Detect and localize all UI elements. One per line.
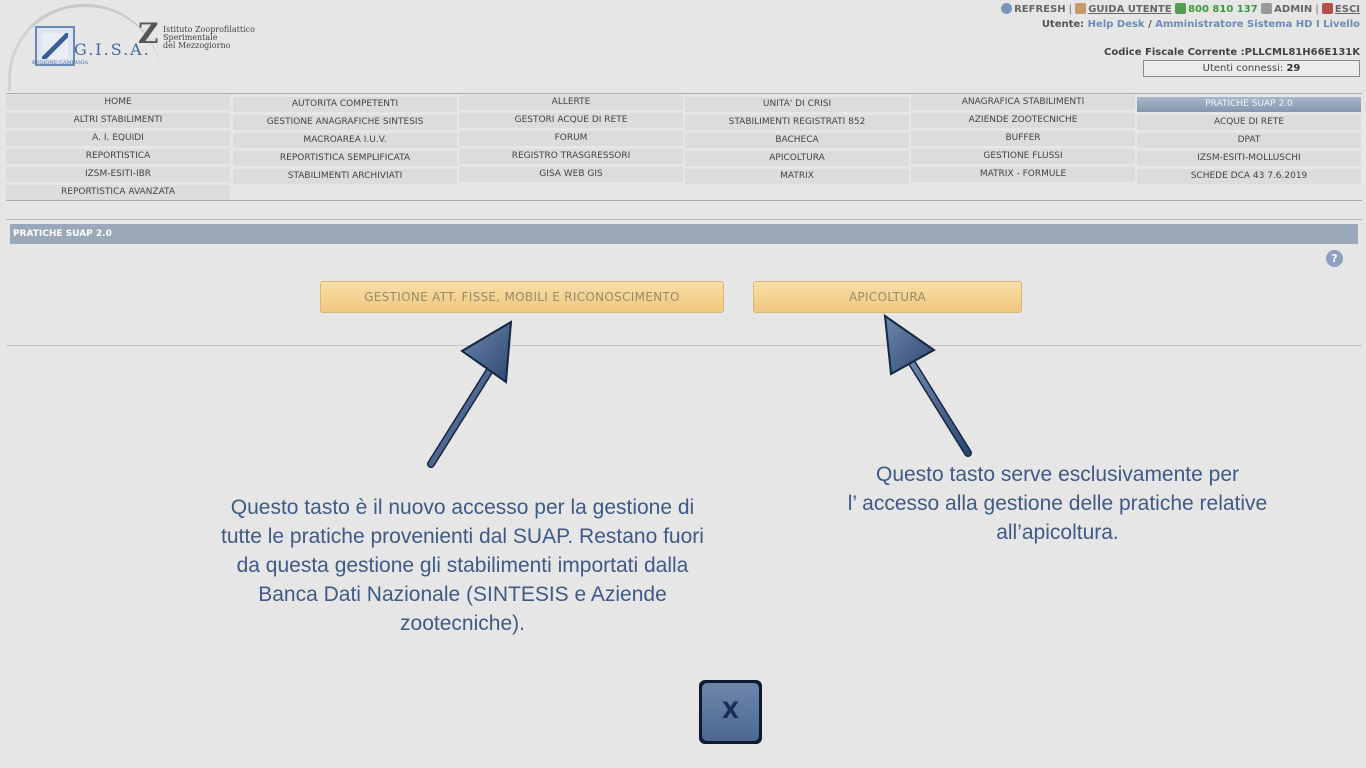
phone-number: 800 810 137 xyxy=(1188,4,1258,15)
user-name: Help Desk xyxy=(1087,19,1145,30)
gestione-button[interactable]: GESTIONE ATT. FISSE, MOBILI E RICONOSCIM… xyxy=(320,281,724,313)
arrow-to-apicoltura-icon xyxy=(883,313,972,457)
guide-label: GUIDA UTENTE xyxy=(1088,4,1172,15)
region-label: REGIONE CAMPANIA xyxy=(32,60,89,66)
menu-item[interactable]: A. I. EQUIDI xyxy=(6,131,230,146)
close-icon: X xyxy=(702,683,759,741)
user-role: Amministratore Sistema HD I Livello xyxy=(1155,19,1360,30)
admin-link[interactable]: ADMIN xyxy=(1261,3,1313,15)
refresh-link[interactable]: REFRESH xyxy=(1001,3,1066,15)
menu-item[interactable]: MATRIX - FORMULE xyxy=(911,167,1135,182)
annotation-line: tutte le pratiche provenienti dal SUAP. … xyxy=(221,525,704,548)
izs-line-3: del Mezzogiorno xyxy=(163,41,231,50)
menu-item[interactable]: ALTRI STABILIMENTI xyxy=(6,113,230,128)
user-slash: / xyxy=(1148,19,1152,30)
user-info: Utente: Help Desk / Amministratore Siste… xyxy=(1042,19,1360,30)
divider xyxy=(6,93,1362,94)
refresh-icon xyxy=(1001,3,1013,14)
section-title: PRATICHE SUAP 2.0 xyxy=(10,224,1358,244)
divider xyxy=(6,345,1362,346)
annotation-line: Banca Dati Nazionale (SINTESIS e Aziende xyxy=(258,583,667,606)
separator: | xyxy=(1068,4,1073,15)
divider xyxy=(6,200,1362,201)
menu-item[interactable]: REPORTISTICA AVANZATA xyxy=(6,185,230,200)
menu-item[interactable]: BACHECA xyxy=(685,133,909,148)
menu-item[interactable]: APICOLTURA xyxy=(685,151,909,166)
user-label: Utente: xyxy=(1041,19,1085,30)
menu-item[interactable]: PRATICHE SUAP 2.0 xyxy=(1137,97,1361,112)
guide-icon xyxy=(1075,3,1087,14)
phone-info: 800 810 137 xyxy=(1175,3,1258,15)
menu-item[interactable]: REGISTRO TRASGRESSORI xyxy=(459,149,683,164)
menu-item[interactable]: REPORTISTICA xyxy=(6,149,230,164)
connected-count: 29 xyxy=(1286,63,1301,74)
fiscal-label: Codice Fiscale Corrente : xyxy=(1104,47,1245,58)
izs-logo-text: Istituto Zooprofilattico Sperimentale de… xyxy=(163,26,255,50)
annotation-line: da questa gestione gli stabilimenti impo… xyxy=(236,554,689,577)
divider xyxy=(6,219,1362,220)
menu-item[interactable]: FORUM xyxy=(459,131,683,146)
help-icon[interactable]: ? xyxy=(1326,250,1343,267)
refresh-label: REFRESH xyxy=(1014,4,1066,15)
menu-item[interactable]: AUTORITA COMPETENTI xyxy=(233,97,457,112)
exit-link[interactable]: ESCI xyxy=(1321,3,1360,15)
menu-item[interactable]: STABILIMENTI REGISTRATI 852 xyxy=(685,115,909,130)
arrow-to-gestione-icon xyxy=(427,320,513,468)
menu-item[interactable]: GESTIONE ANAGRAFICHE SINTESIS xyxy=(233,115,457,130)
annotation-line: Questo tasto è il nuovo accesso per la g… xyxy=(230,496,695,519)
menu-item[interactable]: DPAT xyxy=(1137,133,1361,148)
admin-label: ADMIN xyxy=(1274,4,1313,15)
annotation-gestione: Questo tasto è il nuovo accesso per la g… xyxy=(150,493,775,638)
menu-item[interactable]: IZSM-ESITI-IBR xyxy=(6,167,230,182)
header: G.I.S.A. REGIONE CAMPANIA Z Istituto Zoo… xyxy=(0,0,1366,92)
guide-link[interactable]: GUIDA UTENTE xyxy=(1075,3,1172,15)
annotation-line: zootecniche). xyxy=(400,612,525,635)
annotation-line: Questo tasto serve esclusivamente per xyxy=(875,463,1239,486)
connected-label: Utenti connessi: xyxy=(1202,63,1284,74)
separator: | xyxy=(1315,4,1319,15)
fiscal-value: PLLCML81H66E131K xyxy=(1244,47,1360,58)
close-button[interactable]: X xyxy=(699,680,762,744)
izs-logo-icon: Z xyxy=(138,17,159,50)
annotation-apicoltura: Questo tasto serve esclusivamente per l’… xyxy=(780,460,1335,547)
menu-item[interactable]: ACQUE DI RETE xyxy=(1137,115,1361,130)
menu-item[interactable]: STABILIMENTI ARCHIVIATI xyxy=(233,169,457,184)
annotation-line: l’ accesso alla gestione delle pratiche … xyxy=(847,492,1268,515)
exit-label: ESCI xyxy=(1334,4,1360,15)
menu-item[interactable]: GESTORI ACQUE DI RETE xyxy=(459,113,683,128)
menu-item[interactable]: HOME xyxy=(6,95,230,110)
menu-item[interactable]: REPORTISTICA SEMPLIFICATA xyxy=(233,151,457,166)
menu-item[interactable]: BUFFER xyxy=(911,131,1135,146)
menu-item[interactable]: UNITA' DI CRISI xyxy=(685,97,909,112)
annotation-line: all’apicoltura. xyxy=(996,521,1119,544)
exit-icon xyxy=(1321,3,1333,14)
apicoltura-button[interactable]: APICOLTURA xyxy=(753,281,1022,313)
menu-item[interactable]: ALLERTE xyxy=(459,95,683,110)
menu-item[interactable]: GISA WEB GIS xyxy=(459,167,683,182)
connected-users: Utenti connessi: 29 xyxy=(1143,60,1360,77)
menu-item[interactable]: AZIENDE ZOOTECNICHE xyxy=(911,113,1135,128)
menu-item[interactable]: MATRIX xyxy=(685,169,909,184)
menu-item[interactable]: SCHEDE DCA 43 7.6.2019 xyxy=(1137,169,1361,184)
menu-item[interactable]: ANAGRAFICA STABILIMENTI xyxy=(911,95,1135,110)
fiscal-code: Codice Fiscale Corrente :PLLCML81H66E131… xyxy=(1104,47,1360,58)
menu-item[interactable]: GESTIONE FLUSSI xyxy=(911,149,1135,164)
admin-icon xyxy=(1261,3,1273,14)
phone-icon xyxy=(1175,3,1187,14)
top-links: REFRESH | GUIDA UTENTE 800 810 137 ADMIN | E… xyxy=(1001,3,1360,15)
menu-item[interactable]: MACROAREA I.U.V. xyxy=(233,133,457,148)
menu-item[interactable]: IZSM-ESITI-MOLLUSCHI xyxy=(1137,151,1361,166)
